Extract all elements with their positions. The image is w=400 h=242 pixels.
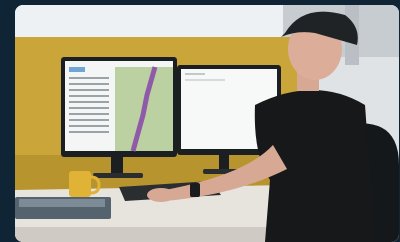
wristwatch [190, 183, 200, 197]
office-photo [15, 5, 399, 242]
office-scene [15, 5, 399, 242]
page-frame [0, 0, 400, 242]
hand [147, 188, 175, 202]
